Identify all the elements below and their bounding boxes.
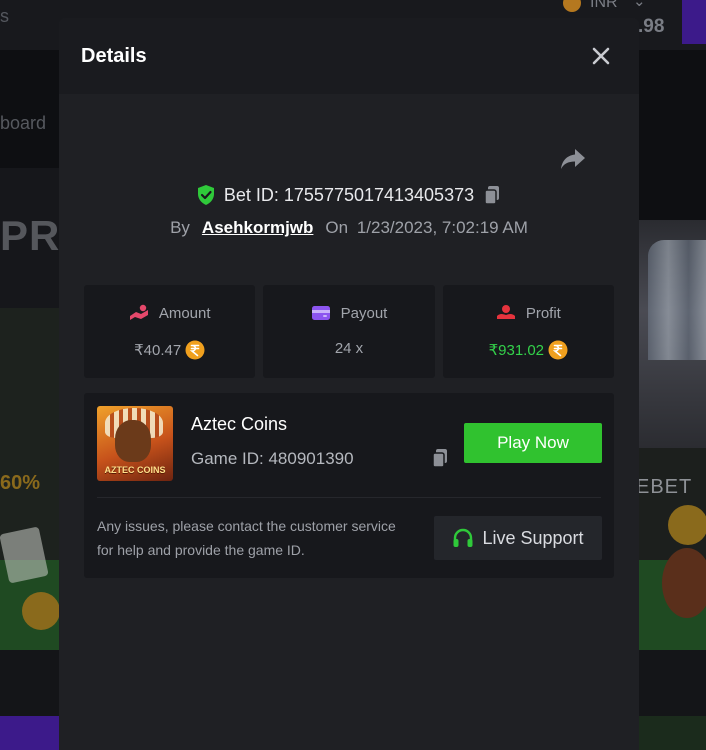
bonus-percent: 60% <box>0 472 41 494</box>
currency-label[interactable]: INR <box>590 0 618 12</box>
deposit-button[interactable] <box>682 0 706 44</box>
bet-id: Bet ID: 1755775017413405373 <box>223 184 475 205</box>
headset-icon <box>453 528 473 547</box>
game-name: Aztec Coins <box>191 414 288 434</box>
wallet-icon <box>311 306 330 320</box>
username-link[interactable]: Asehkormjwb <box>202 218 313 237</box>
footer-panel <box>639 650 706 716</box>
payout-stat: Payout 24 x <box>263 285 435 378</box>
live-support-label: Live Support <box>482 527 584 548</box>
payout-value: 24 x <box>334 340 364 357</box>
bettor-row: By Asehkormjwb On 1/23/2023, 7:02:19 AM <box>59 218 639 238</box>
game-thumbnail[interactable]: AZTEC COINS <box>97 406 173 481</box>
game-id: Game ID: 480901390 <box>191 449 354 468</box>
modal-title: Details <box>81 45 147 67</box>
payout-label: Payout <box>340 304 388 322</box>
rupee-coin-icon <box>548 340 568 360</box>
share-icon[interactable] <box>559 146 587 172</box>
profit-value: ₹931.02 <box>488 342 545 359</box>
amount-stat: Amount ₹40.47 <box>84 285 256 378</box>
play-now-button[interactable]: Play Now <box>464 423 602 463</box>
on-label: On <box>325 218 349 237</box>
player-shirt <box>648 240 706 360</box>
support-help-text: Any issues, please contact the customer … <box>97 518 396 558</box>
profit-stat: Profit ₹931.02 <box>442 285 614 378</box>
amount-icon <box>129 304 148 320</box>
rupee-coin-icon <box>185 340 205 360</box>
by-label: By <box>170 218 190 237</box>
leaderboard-link[interactable]: board <box>0 113 46 134</box>
football-image <box>662 548 706 618</box>
chevron-down-icon[interactable]: ⌄ <box>633 0 646 10</box>
bet-id-row: Bet ID: 1755775017413405373 <box>59 184 639 210</box>
amount-value: ₹40.47 <box>134 342 182 359</box>
thumbnail-face <box>115 420 151 462</box>
coin-image <box>668 505 706 545</box>
shield-check-icon <box>197 185 214 205</box>
divider <box>97 497 601 498</box>
live-support-button[interactable]: Live Support <box>434 516 602 560</box>
copy-icon[interactable] <box>430 447 450 469</box>
nav-fragment: s <box>0 6 9 26</box>
bet-datetime: 1/23/2023, 7:02:19 AM <box>356 218 528 237</box>
footer-accent <box>0 716 60 750</box>
close-icon[interactable] <box>590 45 612 67</box>
thumbnail-logo: AZTEC COINS <box>104 465 166 475</box>
profit-label: Profit <box>525 304 561 322</box>
footer-accent <box>639 716 706 750</box>
copy-icon[interactable] <box>482 184 502 206</box>
bet-stats: Amount ₹40.47 Payout 24 x Profit ₹931.02 <box>84 285 614 378</box>
footer-panel <box>0 650 60 716</box>
promo-heading: PR <box>0 212 61 259</box>
modal-header: Details <box>59 18 639 94</box>
balance-value: .98 <box>638 16 665 37</box>
details-modal: Details Bet ID: 1755775017413405373 By As… <box>59 18 639 750</box>
sports-banner-title: EBET <box>636 476 693 498</box>
game-card: AZTEC COINS Aztec Coins Game ID: 4809013… <box>84 393 614 578</box>
amount-label: Amount <box>158 304 211 322</box>
coin-image <box>22 592 60 630</box>
profit-icon <box>496 305 515 319</box>
